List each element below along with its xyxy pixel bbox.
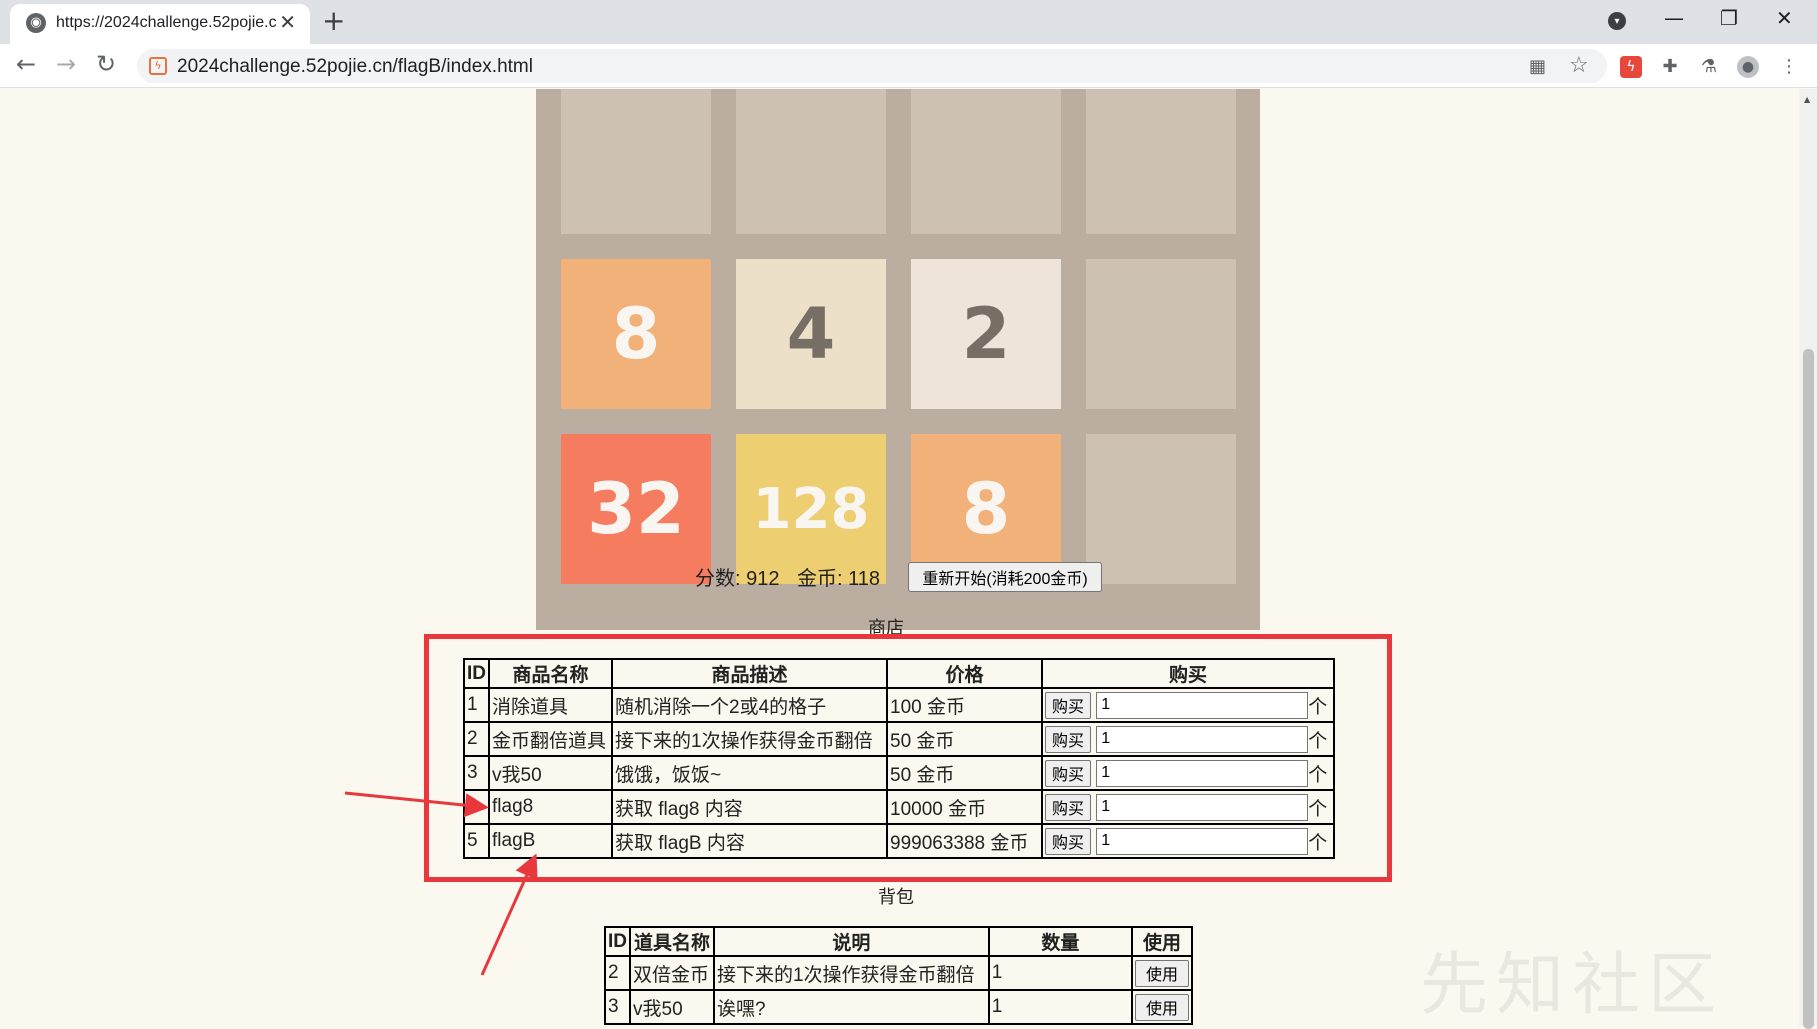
- use-button[interactable]: 使用: [1134, 993, 1189, 1021]
- empty-cell: [1086, 89, 1236, 234]
- game-board: 8 4 2 32 128 8: [536, 89, 1260, 630]
- game-tile: 8: [561, 259, 711, 409]
- tab-strip: ◉ https://2024challenge.52pojie.cn ✕ + ▾…: [0, 0, 1817, 44]
- browser-tab[interactable]: ◉ https://2024challenge.52pojie.cn ✕: [10, 4, 310, 44]
- game-tile: 4: [736, 259, 886, 409]
- page-content: 8 4 2 32 128 8 分数: 912 金币: 118 重新开始(消耗200金币) …: [0, 89, 1798, 1026]
- scroll-up-arrow-icon[interactable]: ▲: [1804, 95, 1810, 104]
- bag-header-count: 数量: [987, 926, 1133, 957]
- url-text[interactable]: 2024challenge.52pojie.cn/flagB/index.htm…: [177, 56, 533, 78]
- new-tab-button[interactable]: +: [322, 4, 345, 37]
- tab-search-icon[interactable]: ▾: [1608, 12, 1626, 30]
- status-line: 分数: 912 金币: 118: [695, 562, 892, 591]
- empty-cell: [736, 89, 886, 234]
- bag-header-name: 道具名称: [629, 926, 715, 957]
- reload-icon[interactable]: ↻: [96, 50, 116, 78]
- game-tile: 2: [911, 259, 1061, 409]
- bag-title: 背包: [878, 887, 914, 907]
- extension-lightning-icon[interactable]: ϟ: [1620, 56, 1642, 78]
- bag-cell-desc: 诶嘿?: [712, 989, 990, 1025]
- bag-cell-desc: 接下来的1次操作获得金币翻倍: [712, 955, 990, 991]
- scrollbar-thumb[interactable]: [1803, 349, 1814, 1029]
- bag-row: 3 v我50 诶嘿? 1 使用: [604, 989, 1194, 1025]
- empty-cell: [1086, 259, 1236, 409]
- bag-cell-use: 使用: [1130, 989, 1194, 1025]
- watermark-text: 先知社区: [1420, 946, 1725, 1025]
- restore-button[interactable]: ❐: [1720, 6, 1738, 30]
- restart-button[interactable]: 重新开始(消耗200金币): [908, 562, 1102, 592]
- bag-cell-use: 使用: [1130, 955, 1194, 991]
- globe-icon: ◉: [26, 13, 46, 33]
- use-button[interactable]: 使用: [1134, 959, 1189, 987]
- lab-flask-icon[interactable]: ⚗: [1698, 56, 1720, 78]
- tab-close-icon[interactable]: ✕: [279, 10, 296, 34]
- forward-arrow-icon[interactable]: →: [56, 50, 76, 78]
- browser-toolbar: ← → ↻ ϟ 2024challenge.52pojie.cn/flagB/i…: [0, 44, 1817, 88]
- bag-header-desc: 说明: [712, 926, 990, 957]
- empty-cell: [561, 89, 711, 234]
- site-lightning-icon: ϟ: [149, 57, 167, 75]
- close-window-button[interactable]: ✕: [1776, 6, 1793, 30]
- bag-cell-count: 1: [987, 955, 1133, 991]
- profile-avatar-icon[interactable]: ●: [1737, 56, 1759, 78]
- bag-cell-count: 1: [987, 989, 1133, 1025]
- empty-cell: [911, 89, 1061, 234]
- extensions-puzzle-icon[interactable]: ✚: [1659, 56, 1681, 78]
- bag-cell-id: 2: [604, 955, 631, 991]
- score-text: 分数: 912: [695, 568, 780, 590]
- minimize-button[interactable]: —: [1664, 6, 1684, 30]
- menu-kebab-icon[interactable]: ⋮: [1778, 56, 1800, 78]
- bag-cell-name: v我50: [629, 989, 715, 1025]
- tab-title: https://2024challenge.52pojie.cn: [56, 14, 276, 31]
- coins-text: 金币: 118: [797, 568, 881, 590]
- qr-code-icon[interactable]: ▦: [1529, 56, 1546, 77]
- bookmark-star-icon[interactable]: ☆: [1569, 53, 1589, 78]
- bag-header-use: 使用: [1130, 926, 1194, 957]
- bag-header-id: ID: [604, 926, 631, 957]
- annotation-highlight-box: [424, 634, 1392, 882]
- empty-cell: [1086, 434, 1236, 584]
- bag-row: 2 双倍金币 接下来的1次操作获得金币翻倍 1 使用: [604, 955, 1194, 991]
- bag-header-row: ID 道具名称 说明 数量 使用: [604, 926, 1194, 957]
- bag-cell-id: 3: [604, 989, 631, 1025]
- game-tile: 32: [561, 434, 711, 584]
- bag-cell-name: 双倍金币: [629, 955, 715, 991]
- back-arrow-icon[interactable]: ←: [16, 50, 36, 78]
- address-bar[interactable]: ϟ 2024challenge.52pojie.cn/flagB/index.h…: [137, 49, 1607, 83]
- vertical-scrollbar[interactable]: ▲: [1799, 89, 1817, 1029]
- bag-table: ID 道具名称 说明 数量 使用 2 双倍金币 接下来的1次操作获得金币翻倍 1 使用 3…: [604, 926, 1194, 1025]
